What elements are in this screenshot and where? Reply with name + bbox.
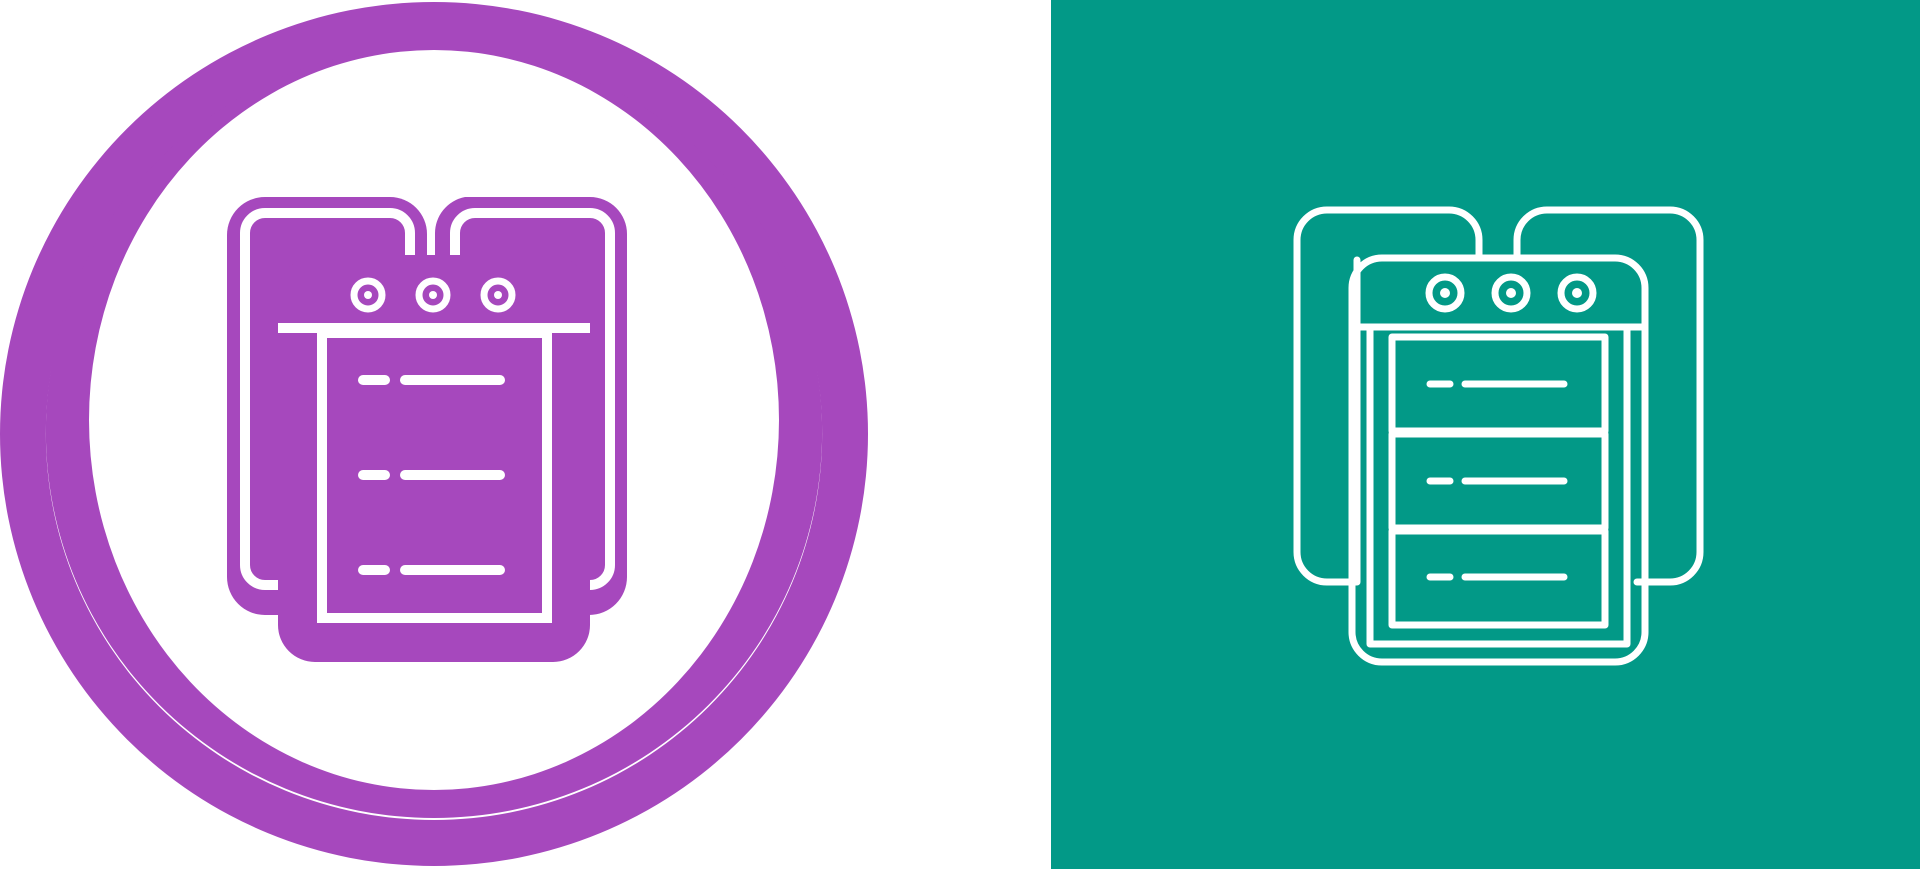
server-rack-icon <box>227 197 627 662</box>
server-rack-icon <box>1293 206 1704 666</box>
icon-panel-outline <box>1051 0 1920 869</box>
icon-panel-filled <box>0 0 1051 869</box>
